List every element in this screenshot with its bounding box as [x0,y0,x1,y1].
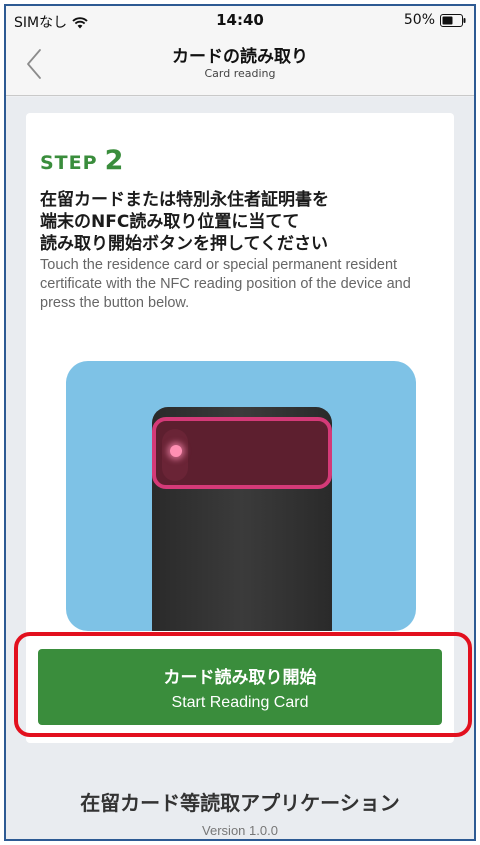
page-subtitle: Card reading [204,67,276,80]
start-button-label-en: Start Reading Card [171,694,309,711]
start-button-label-jp: カード読み取り開始 [163,668,317,688]
step-indicator: STEP 2 [40,145,123,176]
step-number: 2 [104,145,124,176]
battery-percent: 50% [403,12,435,28]
step-label: STEP [40,152,98,174]
phone-nfc-illustration [66,361,416,631]
status-right: 50% [404,12,466,28]
page-title: カードの読み取り [172,47,308,67]
nfc-position-icon [152,417,332,489]
app-name: 在留カード等読取アプリケーション [80,791,400,815]
app-version: Version 1.0.0 [202,823,278,838]
battery-icon [440,13,466,27]
status-bar: SIMなし 14:40 50% [6,6,474,36]
instruction-english: Touch the residence card or special perm… [40,257,411,311]
start-reading-button[interactable]: カード読み取り開始 Start Reading Card [38,649,442,725]
content-area: STEP 2 在留カードまたは特別永住者証明書を 端末のNFC読み取り位置に当て… [6,97,474,839]
nfc-dot-icon [170,445,182,457]
screenshot-frame: SIMなし 14:40 50% カードの読み取り Card reading ST… [4,4,476,841]
navigation-bar: カードの読み取り Card reading [6,36,474,96]
instruction-japanese: 在留カードまたは特別永住者証明書を 端末のNFC読み取り位置に当てて 読み取り開… [40,190,329,254]
